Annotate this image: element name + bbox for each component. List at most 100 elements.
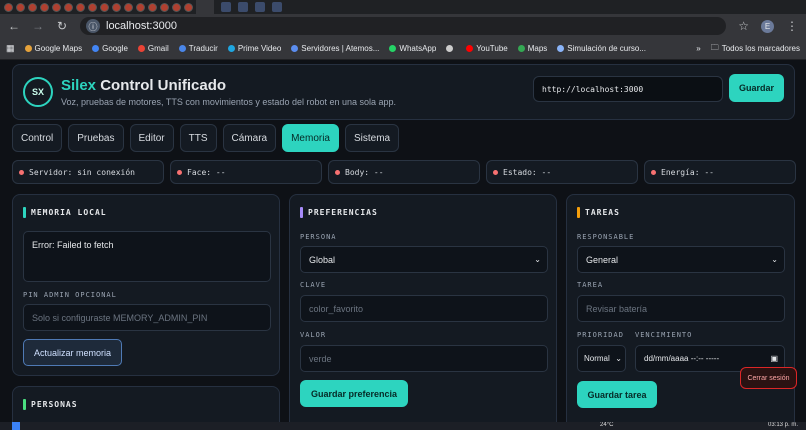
status-chip: Energía: -- xyxy=(644,160,796,184)
person-label: PERSONA xyxy=(300,233,337,241)
apps-grid-icon[interactable]: ▦ xyxy=(6,43,15,54)
tab-favicon[interactable] xyxy=(221,2,231,12)
value-input[interactable]: verde xyxy=(300,345,548,372)
tab-favicon[interactable] xyxy=(16,2,25,12)
bookmark-favicon-icon xyxy=(137,45,145,52)
forward-icon[interactable]: → xyxy=(32,19,44,33)
tab-favicon[interactable] xyxy=(88,2,97,12)
bookmark-item[interactable]: Prime Video xyxy=(227,44,281,53)
tab-favicon[interactable] xyxy=(112,2,121,12)
app-title: Silex Control Unificado xyxy=(61,77,227,94)
tab-favicon[interactable] xyxy=(184,2,193,12)
all-bookmarks-folder[interactable]: 🗀 Todos los marcadores xyxy=(711,42,800,56)
status-dot-icon xyxy=(651,169,656,175)
bookmark-item[interactable]: Google Maps xyxy=(24,44,82,53)
owner-label: RESPONSABLE xyxy=(577,233,635,241)
menu-icon[interactable]: ⋮ xyxy=(786,19,798,33)
bookmark-item[interactable]: YouTube xyxy=(466,44,508,53)
bookmark-item[interactable]: Maps xyxy=(517,44,547,53)
people-panel: PERSONAS xyxy=(12,386,280,422)
tab-favicon[interactable] xyxy=(238,2,248,12)
owner-select[interactable]: General ⌄ xyxy=(577,246,785,273)
priority-label: PRIORIDAD xyxy=(577,331,624,339)
logout-button[interactable]: Cerrar sesión xyxy=(740,367,797,389)
bookmark-item[interactable] xyxy=(446,44,456,53)
bookmark-favicon-icon xyxy=(466,45,474,52)
browser-tab-strip xyxy=(0,0,806,14)
tab-pruebas[interactable]: Pruebas xyxy=(68,124,124,152)
save-task-button[interactable]: Guardar tarea xyxy=(577,381,657,408)
bookmark-item[interactable]: Simulación de curso... xyxy=(557,44,646,53)
tab-favicon[interactable] xyxy=(4,2,13,12)
tab-camara[interactable]: Cámara xyxy=(222,124,277,152)
tab-favicon[interactable] xyxy=(172,2,181,12)
tab-memoria[interactable]: Memoria xyxy=(282,124,339,152)
priority-select[interactable]: Normal ⌄ xyxy=(577,345,626,372)
people-heading: PERSONAS xyxy=(31,400,78,409)
bookmark-item[interactable]: Servidores | Atemos... xyxy=(291,44,379,53)
tab-favicon[interactable] xyxy=(136,2,145,12)
status-chip: Body: -- xyxy=(328,160,480,184)
url-bar[interactable]: ⓘ localhost:3000 xyxy=(80,17,727,35)
key-input[interactable]: color_favorito xyxy=(300,295,548,322)
tab-favicon[interactable] xyxy=(148,2,157,12)
tab-control[interactable]: Control xyxy=(12,124,63,152)
section-accent-bar xyxy=(577,207,580,218)
task-input[interactable]: Revisar batería xyxy=(577,295,785,322)
preferences-heading: PREFERENCIAS xyxy=(308,208,378,217)
tab-favicon[interactable] xyxy=(272,2,282,12)
bookmark-item[interactable]: Google xyxy=(92,44,128,53)
bookmark-item[interactable]: WhatsApp xyxy=(389,44,436,53)
tab-favicon[interactable] xyxy=(160,2,169,12)
bookmark-item[interactable]: Gmail xyxy=(137,44,169,53)
tab-favicon[interactable] xyxy=(255,2,265,12)
more-bookmarks-icon[interactable]: » xyxy=(696,44,700,53)
save-preference-button[interactable]: Guardar preferencia xyxy=(300,380,408,407)
bookmark-favicon-icon xyxy=(227,45,235,52)
tab-favicon[interactable] xyxy=(52,2,61,12)
clock-text: 03:13 p. m. xyxy=(768,422,799,428)
chevron-down-icon: ⌄ xyxy=(771,255,778,264)
tab-favicon[interactable] xyxy=(76,2,85,12)
address-toolbar: ← → ↻ ⓘ localhost:3000 ☆ E ⋮ xyxy=(0,14,806,38)
app-root: SX Silex Control Unificado Voz, pruebas … xyxy=(0,60,806,422)
section-accent-bar xyxy=(23,207,26,218)
tab-tts[interactable]: TTS xyxy=(179,124,217,152)
windows-start-icon[interactable] xyxy=(12,422,20,430)
tasks-heading: TAREAS xyxy=(585,208,620,217)
tab-editor[interactable]: Editor xyxy=(129,124,174,152)
tab-sistema[interactable]: Sistema xyxy=(345,124,400,152)
tab-favicon[interactable] xyxy=(64,2,73,12)
tab-favicon[interactable] xyxy=(124,2,133,12)
bookmark-favicon-icon xyxy=(557,45,565,52)
folder-icon: 🗀 xyxy=(710,42,719,52)
refresh-memory-button[interactable]: Actualizar memoria xyxy=(23,339,122,366)
status-dot-icon xyxy=(177,169,182,175)
memory-panel: MEMORIA LOCAL Error: Failed to fetch PIN… xyxy=(12,194,280,376)
back-icon[interactable]: ← xyxy=(8,19,20,33)
os-taskbar: 24°C 03:13 p. m. xyxy=(0,422,806,430)
save-server-button[interactable]: Guardar xyxy=(729,74,784,102)
reload-icon[interactable]: ↻ xyxy=(56,19,68,33)
active-tab[interactable] xyxy=(196,0,214,14)
section-tabs: Control Pruebas Editor TTS Cámara Memoria Sist… xyxy=(12,124,400,152)
bookmarks-bar: ▦ Google Maps Google Gmail Traducir Prime Vi… xyxy=(0,38,806,60)
bookmark-star-icon[interactable]: ☆ xyxy=(738,19,749,33)
bookmark-favicon-icon xyxy=(24,45,32,52)
bookmark-favicon-icon xyxy=(517,45,525,52)
server-url-input[interactable]: http://localhost:3000 xyxy=(533,76,723,102)
person-select[interactable]: Global ⌄ xyxy=(300,246,548,273)
profile-avatar[interactable]: E xyxy=(761,19,774,33)
site-info-icon[interactable]: ⓘ xyxy=(86,19,100,33)
status-chip: Estado: -- xyxy=(486,160,638,184)
tab-favicon[interactable] xyxy=(100,2,109,12)
tab-favicon[interactable] xyxy=(28,2,37,12)
weather-text: 24°C xyxy=(600,422,614,428)
tab-favicon[interactable] xyxy=(40,2,49,12)
app-header: SX Silex Control Unificado Voz, pruebas … xyxy=(12,64,795,120)
pin-input[interactable]: Solo si configuraste MEMORY_ADMIN_PIN xyxy=(23,304,271,331)
calendar-icon[interactable]: ▣ xyxy=(770,354,778,363)
bookmark-favicon-icon xyxy=(389,45,397,52)
bookmark-item[interactable]: Traducir xyxy=(178,44,218,53)
due-label: VENCIMIENTO xyxy=(635,331,693,339)
